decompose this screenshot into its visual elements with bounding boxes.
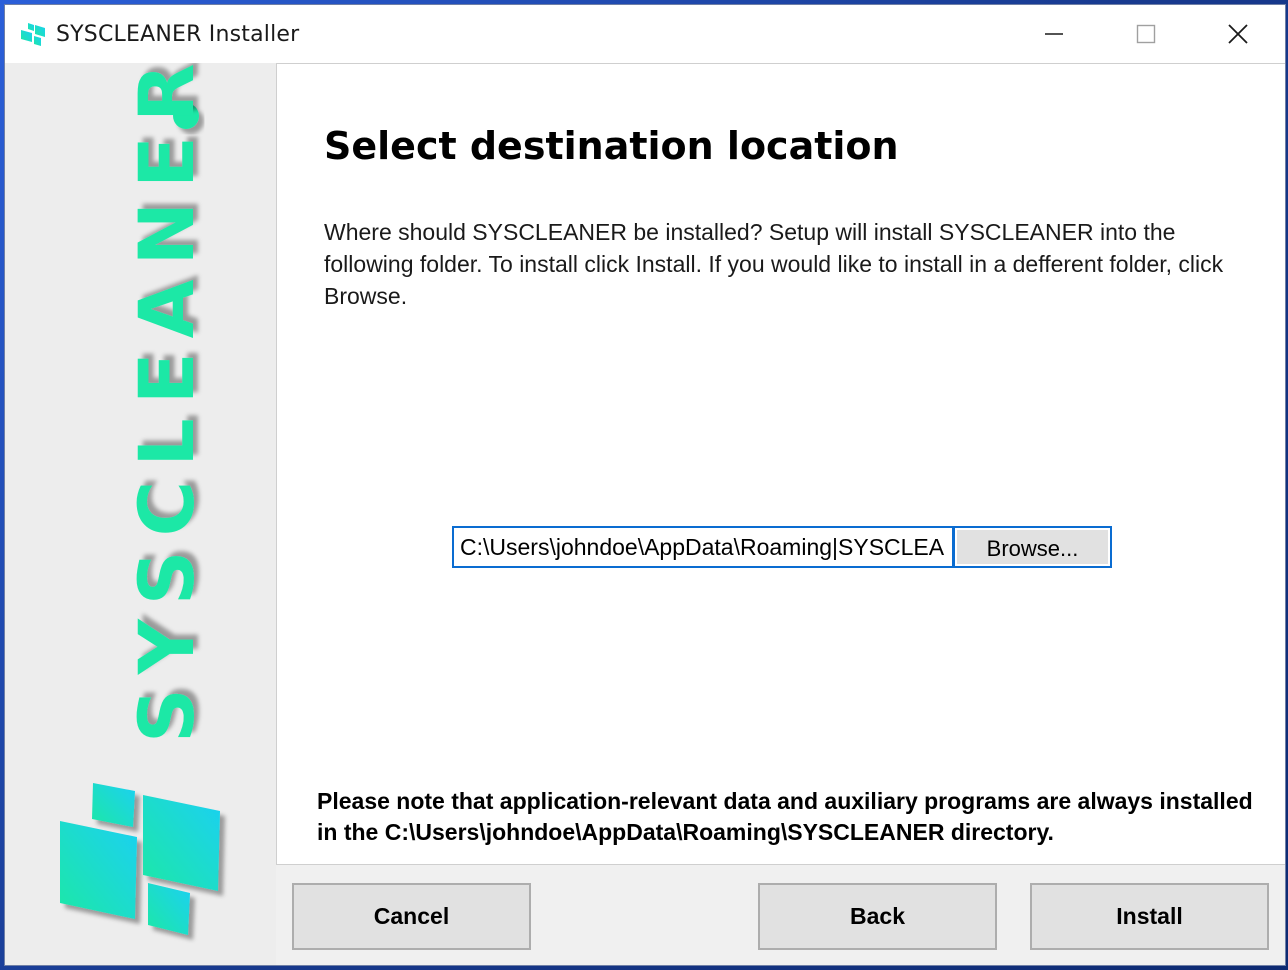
syscleaner-app-icon (21, 23, 45, 46)
maximize-button[interactable] (1100, 5, 1192, 63)
brand-artwork: SYSCLEANER (60, 50, 220, 935)
window-title: SYSCLEANER Installer (56, 22, 300, 47)
page-title: Select destination location (324, 124, 899, 168)
minimize-icon (1045, 33, 1063, 35)
close-button[interactable] (1192, 5, 1284, 63)
destination-path-input[interactable] (452, 526, 954, 568)
maximize-icon (1136, 24, 1156, 44)
title-bar[interactable]: SYSCLEANER Installer (5, 5, 1285, 63)
minimize-button[interactable] (1008, 5, 1100, 63)
back-button[interactable]: Back (758, 883, 997, 950)
brand-vertical-text: SYSCLEANER (122, 63, 211, 743)
install-button[interactable]: Install (1030, 883, 1269, 950)
installation-note: Please note that application-relevant da… (317, 788, 1253, 845)
page-description: Where should SYSCLEANER be installed? Se… (324, 219, 1224, 309)
cancel-button[interactable]: Cancel (292, 883, 531, 950)
browse-button[interactable]: Browse... (953, 526, 1112, 568)
installer-window: SYSCLEANER Installer SYSCLEANER Select d… (4, 4, 1286, 966)
close-icon (1228, 24, 1248, 44)
content-panel: Select destination location Where should… (276, 63, 1285, 865)
brand-sidebar: SYSCLEANER (5, 50, 276, 965)
syscleaner-logo (60, 783, 220, 935)
